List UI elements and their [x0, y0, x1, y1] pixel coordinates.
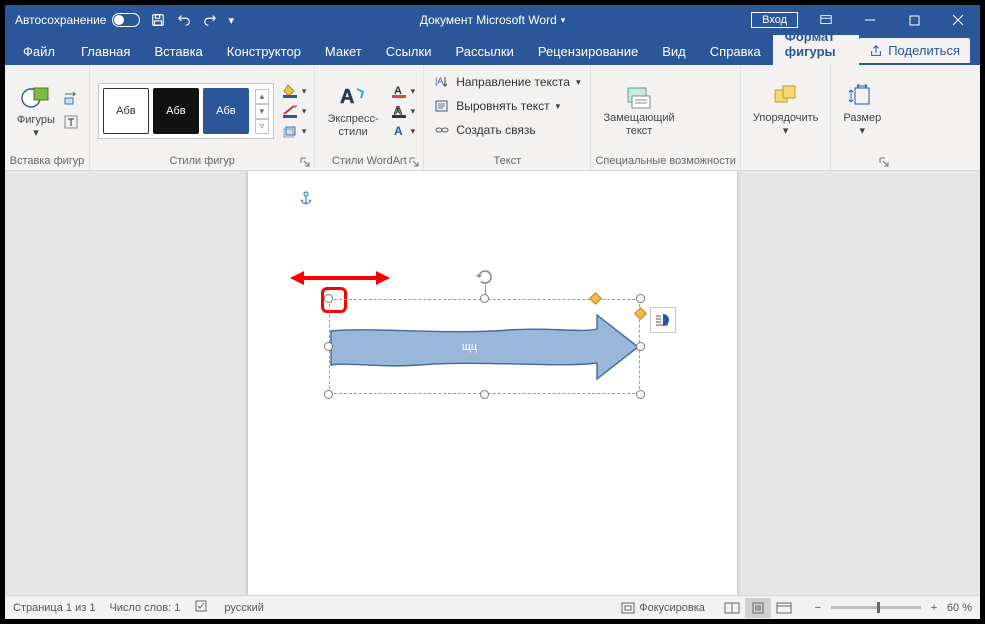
- svg-text:|A: |A: [435, 76, 443, 86]
- group-label-text: Текст: [424, 153, 590, 170]
- tab-home[interactable]: Главная: [69, 38, 142, 65]
- autosave-label: Автосохранение: [15, 13, 106, 27]
- handle-mid-right[interactable]: [636, 342, 645, 351]
- status-words[interactable]: Число слов: 1: [109, 602, 180, 614]
- read-mode-icon[interactable]: [719, 598, 745, 618]
- gallery-scroll[interactable]: ▴▾▿: [255, 89, 269, 134]
- draw-textbox-icon[interactable]: [63, 114, 81, 132]
- shape-fill-icon[interactable]: ▾: [282, 84, 307, 98]
- text-outline-icon[interactable]: A▾: [391, 104, 416, 118]
- tab-references[interactable]: Ссылки: [374, 38, 444, 65]
- handle-top-right[interactable]: [636, 294, 645, 303]
- handle-top-left[interactable]: [324, 294, 333, 303]
- tab-design[interactable]: Конструктор: [215, 38, 313, 65]
- zoom-slider[interactable]: [831, 606, 921, 609]
- group-accessibility: Замещающий текст Специальные возможности: [591, 65, 740, 170]
- text-fill-icon[interactable]: A▾: [391, 84, 416, 98]
- zoom-level[interactable]: 60 %: [947, 602, 972, 614]
- arrange-button[interactable]: Упорядочить▾: [749, 82, 822, 139]
- group-shape-styles: Абв Абв Абв ▴▾▿ ▾ ▾ ▾ Стили фигур: [90, 65, 316, 170]
- toggle-switch-icon: [112, 13, 140, 27]
- print-layout-icon[interactable]: [745, 598, 771, 618]
- document-workspace[interactable]: щц: [5, 171, 980, 595]
- tab-file[interactable]: Файл: [9, 38, 69, 65]
- style-gallery[interactable]: Абв Абв Абв ▴▾▿: [98, 83, 274, 139]
- handle-top-mid[interactable]: [480, 294, 489, 303]
- title-bar: Автосохранение ▾ Документ Microsoft Word…: [5, 5, 980, 35]
- alt-text-button[interactable]: Замещающий текст: [599, 82, 678, 139]
- app-window: Автосохранение ▾ Документ Microsoft Word…: [5, 5, 980, 619]
- svg-text:A: A: [340, 86, 354, 108]
- tab-mailings[interactable]: Рассылки: [443, 38, 525, 65]
- group-insert-shapes: Фигуры▾ Вставка фигур: [5, 65, 90, 170]
- focus-button[interactable]: Фокусировка: [621, 602, 705, 614]
- tab-review[interactable]: Рецензирование: [526, 38, 650, 65]
- size-button[interactable]: Размер▾: [839, 82, 885, 139]
- autosave-toggle[interactable]: Автосохранение: [15, 13, 140, 27]
- view-mode-buttons: [719, 598, 797, 618]
- tab-insert[interactable]: Вставка: [142, 38, 214, 65]
- share-button[interactable]: Поделиться: [859, 38, 970, 63]
- close-icon[interactable]: [936, 5, 980, 35]
- style-swatch-2[interactable]: Абв: [153, 88, 199, 134]
- group-text: |AНаправление текста ▾ Выровнять текст ▾…: [424, 65, 591, 170]
- handle-bot-left[interactable]: [324, 390, 333, 399]
- align-text-button[interactable]: Выровнять текст ▾: [432, 97, 562, 115]
- dialog-launcher-icon[interactable]: [879, 157, 889, 167]
- tab-view[interactable]: Вид: [650, 38, 698, 65]
- selected-shape[interactable]: щц: [329, 299, 640, 394]
- spellcheck-icon[interactable]: [194, 599, 210, 616]
- anchor-icon: [299, 191, 313, 212]
- create-link-button[interactable]: Создать связь: [432, 121, 537, 139]
- handle-bot-mid[interactable]: [480, 390, 489, 399]
- style-swatch-1[interactable]: Абв: [103, 88, 149, 134]
- handle-bot-right[interactable]: [636, 390, 645, 399]
- document-title[interactable]: Документ Microsoft Word ▾: [420, 13, 566, 27]
- maximize-icon[interactable]: [892, 5, 936, 35]
- style-swatch-3[interactable]: Абв: [203, 88, 249, 134]
- shape-effects-icon[interactable]: ▾: [282, 124, 307, 138]
- group-arrange: Упорядочить▾: [741, 65, 831, 170]
- zoom-controls: − + 60 %: [811, 602, 972, 614]
- group-label-wordart: Стили WordArt: [332, 155, 407, 167]
- shapes-button[interactable]: Фигуры▾: [13, 80, 59, 141]
- text-direction-button[interactable]: |AНаправление текста ▾: [432, 73, 582, 91]
- shape-outline-icon[interactable]: ▾: [282, 104, 307, 118]
- group-label-styles: Стили фигур: [169, 155, 234, 167]
- text-effects-icon[interactable]: A▾: [391, 124, 416, 138]
- save-icon[interactable]: [150, 12, 166, 28]
- status-language[interactable]: русский: [224, 602, 263, 614]
- wordart-express-button[interactable]: A Экспресс- стили: [323, 81, 382, 140]
- redo-icon[interactable]: [202, 12, 218, 28]
- status-bar: Страница 1 из 1 Число слов: 1 русский Фо…: [5, 595, 980, 619]
- group-size: Размер▾: [831, 65, 893, 170]
- group-label-insert-shapes: Вставка фигур: [5, 153, 89, 170]
- zoom-out-button[interactable]: −: [811, 602, 825, 614]
- login-button[interactable]: Вход: [751, 12, 798, 28]
- group-label-accessibility: Специальные возможности: [591, 153, 739, 170]
- tab-help[interactable]: Справка: [698, 38, 773, 65]
- ribbon: Фигуры▾ Вставка фигур Абв Абв Абв ▴▾▿: [5, 65, 980, 171]
- web-layout-icon[interactable]: [771, 598, 797, 618]
- layout-options-button[interactable]: [650, 307, 676, 333]
- undo-icon[interactable]: [176, 12, 192, 28]
- dialog-launcher-icon[interactable]: [300, 157, 310, 167]
- ribbon-tabs: Файл Главная Вставка Конструктор Макет С…: [5, 35, 980, 65]
- zoom-in-button[interactable]: +: [927, 602, 941, 614]
- status-page[interactable]: Страница 1 из 1: [13, 602, 95, 614]
- edit-shape-icon[interactable]: [63, 90, 81, 108]
- tab-layout[interactable]: Макет: [313, 38, 374, 65]
- group-wordart: A Экспресс- стили A▾ A▾ A▾ Стили WordArt: [315, 65, 424, 170]
- ribbon-display-icon[interactable]: [804, 5, 848, 35]
- svg-text:A: A: [394, 124, 403, 138]
- selection-box: [329, 299, 640, 394]
- minimize-icon[interactable]: [848, 5, 892, 35]
- dialog-launcher-icon[interactable]: [409, 157, 419, 167]
- handle-mid-left[interactable]: [324, 342, 333, 351]
